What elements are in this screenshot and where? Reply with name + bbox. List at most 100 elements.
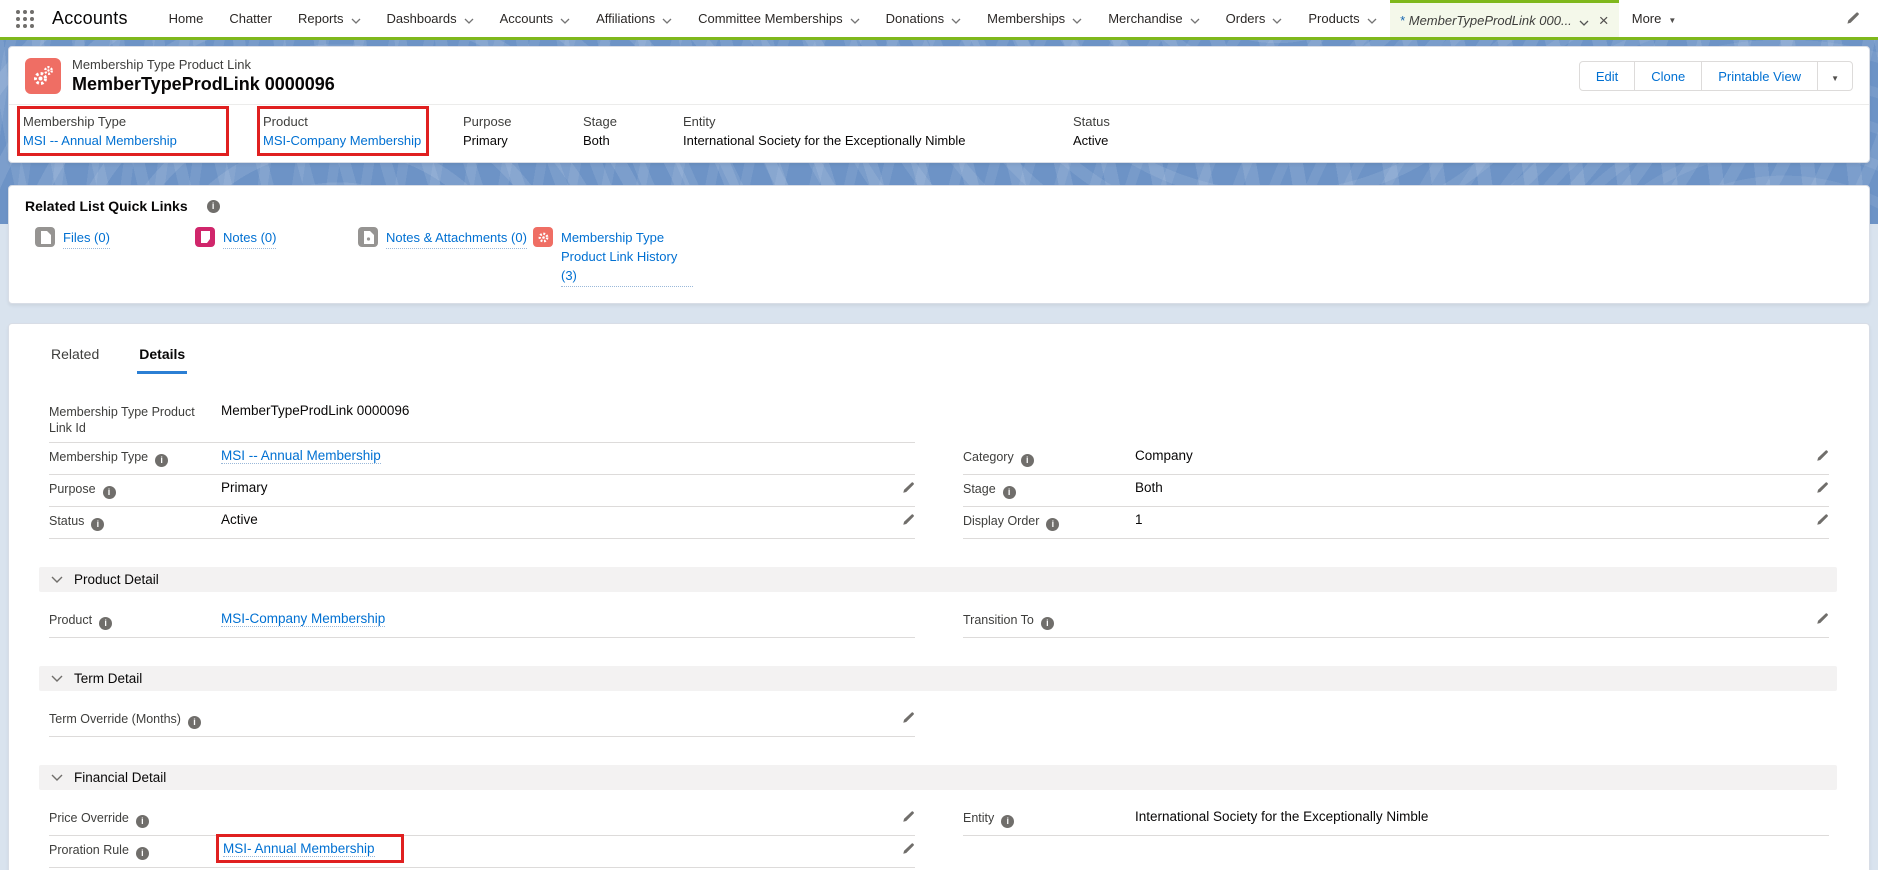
quick-links-title: Related List Quick Links <box>25 198 188 214</box>
info-icon[interactable] <box>155 454 168 467</box>
details-main-section: Membership Type Product Link Id MemberTy… <box>49 398 1829 540</box>
tab-details[interactable]: Details <box>137 338 187 374</box>
edit-pencil-icon[interactable] <box>1807 610 1829 631</box>
edit-navigation-pencil-icon[interactable] <box>1837 0 1868 37</box>
entity-label: Membership Type Product Link <box>72 57 335 72</box>
info-icon[interactable] <box>136 815 149 828</box>
global-navigation: Accounts Home Chatter Reports Dashboards… <box>0 0 1878 40</box>
nav-tab-merchandise[interactable]: Merchandise <box>1095 0 1212 37</box>
info-icon[interactable] <box>103 486 116 499</box>
nav-tab-affiliations[interactable]: Affiliations <box>583 0 685 37</box>
field-status: Status Active <box>49 507 915 539</box>
nav-tab-donations[interactable]: Donations <box>873 0 975 37</box>
file-icon <box>35 227 55 247</box>
proration-rule-link[interactable]: MSI- Annual Membership <box>223 841 375 857</box>
field-membership-type: Membership Type MSI -- Annual Membership <box>49 443 915 475</box>
page-title: MemberTypeProdLink 0000096 <box>72 74 335 95</box>
info-icon[interactable] <box>91 518 104 531</box>
info-icon[interactable] <box>1001 815 1014 828</box>
field-transition-to: Transition To <box>963 606 1829 638</box>
chevron-down-icon <box>662 12 672 27</box>
nav-tab-reports[interactable]: Reports <box>285 0 374 37</box>
more-actions-button[interactable] <box>1817 61 1853 91</box>
nav-tab-orders[interactable]: Orders <box>1213 0 1296 37</box>
highlight-status: Status Active <box>1073 112 1110 150</box>
chevron-down-icon <box>1272 12 1282 27</box>
tab-related[interactable]: Related <box>49 338 101 374</box>
record-header-card: Membership Type Product Link MemberTypeP… <box>8 46 1870 163</box>
field-category: Category Company <box>963 443 1829 475</box>
nav-tab-chatter[interactable]: Chatter <box>216 0 285 37</box>
quick-link-history: Membership Type Product Link History (3) <box>533 229 693 287</box>
notes-attachments-link[interactable]: Notes & Attachments (0) <box>386 229 527 249</box>
highlight-membership-type annotation-box: Membership Type MSI -- Annual Membership <box>23 112 223 150</box>
info-icon[interactable] <box>207 200 220 213</box>
close-tab-icon[interactable] <box>1599 12 1609 29</box>
membership-type-link[interactable]: MSI -- Annual Membership <box>221 448 381 464</box>
highlight-purpose: Purpose Primary <box>463 112 553 150</box>
triangle-down-icon <box>1668 11 1676 26</box>
field-price-override: Price Override <box>49 804 915 836</box>
info-icon[interactable] <box>188 716 201 729</box>
product-link[interactable]: MSI-Company Membership <box>263 133 421 148</box>
info-icon[interactable] <box>1021 454 1034 467</box>
clone-button[interactable]: Clone <box>1634 61 1702 91</box>
nav-tab-dashboards[interactable]: Dashboards <box>374 0 487 37</box>
edit-button[interactable]: Edit <box>1579 61 1635 91</box>
app-launcher-icon[interactable] <box>12 0 46 37</box>
section-financial-detail[interactable]: Financial Detail <box>39 765 1837 790</box>
related-list-quick-links-card: Related List Quick Links Files (0) Notes… <box>8 185 1870 304</box>
edit-pencil-icon[interactable] <box>893 709 915 730</box>
chevron-down-icon[interactable] <box>1579 14 1589 29</box>
edit-pencil-icon[interactable] <box>1807 511 1829 532</box>
info-icon[interactable] <box>136 847 149 860</box>
chevron-down-icon <box>951 12 961 27</box>
quick-link-notes: Notes (0) <box>195 229 345 287</box>
nav-tab-membertypeprodlink-active[interactable]: * MemberTypeProdLink 000... <box>1390 0 1619 37</box>
chevron-down-icon <box>560 12 570 27</box>
edit-pencil-icon[interactable] <box>1807 479 1829 500</box>
edit-pencil-icon[interactable] <box>893 840 915 861</box>
edit-pencil-icon[interactable] <box>1807 447 1829 468</box>
edit-pencil-icon[interactable] <box>893 479 915 500</box>
section-product-detail[interactable]: Product Detail <box>39 567 1837 592</box>
field-membership-type-product-link-id: Membership Type Product Link Id MemberTy… <box>49 398 915 444</box>
note-icon <box>195 227 215 247</box>
record-detail-card: Related Details Membership Type Product … <box>8 323 1870 870</box>
highlight-stage: Stage Both <box>583 112 653 150</box>
edit-pencil-icon[interactable] <box>893 511 915 532</box>
nav-tab-home[interactable]: Home <box>156 0 217 37</box>
field-entity: Entity International Society for the Exc… <box>963 804 1829 836</box>
printable-view-button[interactable]: Printable View <box>1701 61 1818 91</box>
attachment-icon <box>358 227 378 247</box>
gear-icon <box>533 227 553 247</box>
info-icon[interactable] <box>1003 486 1016 499</box>
field-display-order: Display Order 1 <box>963 507 1829 539</box>
edit-pencil-icon[interactable] <box>893 808 915 829</box>
chevron-down-icon <box>464 12 474 27</box>
field-stage: Stage Both <box>963 475 1829 507</box>
info-icon[interactable] <box>99 617 112 630</box>
info-icon[interactable] <box>1041 617 1054 630</box>
field-proration-rule: Proration Rule MSI- Annual Membership <box>49 836 915 868</box>
nav-tab-accounts[interactable]: Accounts <box>487 0 583 37</box>
notes-link[interactable]: Notes (0) <box>223 229 276 249</box>
unsaved-marker: * <box>1400 13 1405 28</box>
nav-tab-products[interactable]: Products <box>1295 0 1389 37</box>
history-link[interactable]: Membership Type Product Link History (3) <box>561 229 693 287</box>
nav-tab-committee-memberships[interactable]: Committee Memberships <box>685 0 873 37</box>
info-icon[interactable] <box>1046 518 1059 531</box>
chevron-down-icon <box>1072 12 1082 27</box>
quick-link-files: Files (0) <box>35 229 195 287</box>
highlight-entity: Entity International Society for the Exc… <box>683 112 1033 150</box>
product-link[interactable]: MSI-Company Membership <box>221 611 385 627</box>
section-term-detail[interactable]: Term Detail <box>39 666 1837 691</box>
nav-tab-memberships[interactable]: Memberships <box>974 0 1095 37</box>
files-link[interactable]: Files (0) <box>63 229 110 249</box>
record-actions: Edit Clone Printable View <box>1579 61 1853 91</box>
field-product: Product MSI-Company Membership <box>49 606 915 638</box>
chevron-down-icon <box>1190 12 1200 27</box>
nav-more-menu[interactable]: More <box>1619 0 1690 37</box>
app-name: Accounts <box>46 0 156 37</box>
membership-type-link[interactable]: MSI -- Annual Membership <box>23 133 177 148</box>
